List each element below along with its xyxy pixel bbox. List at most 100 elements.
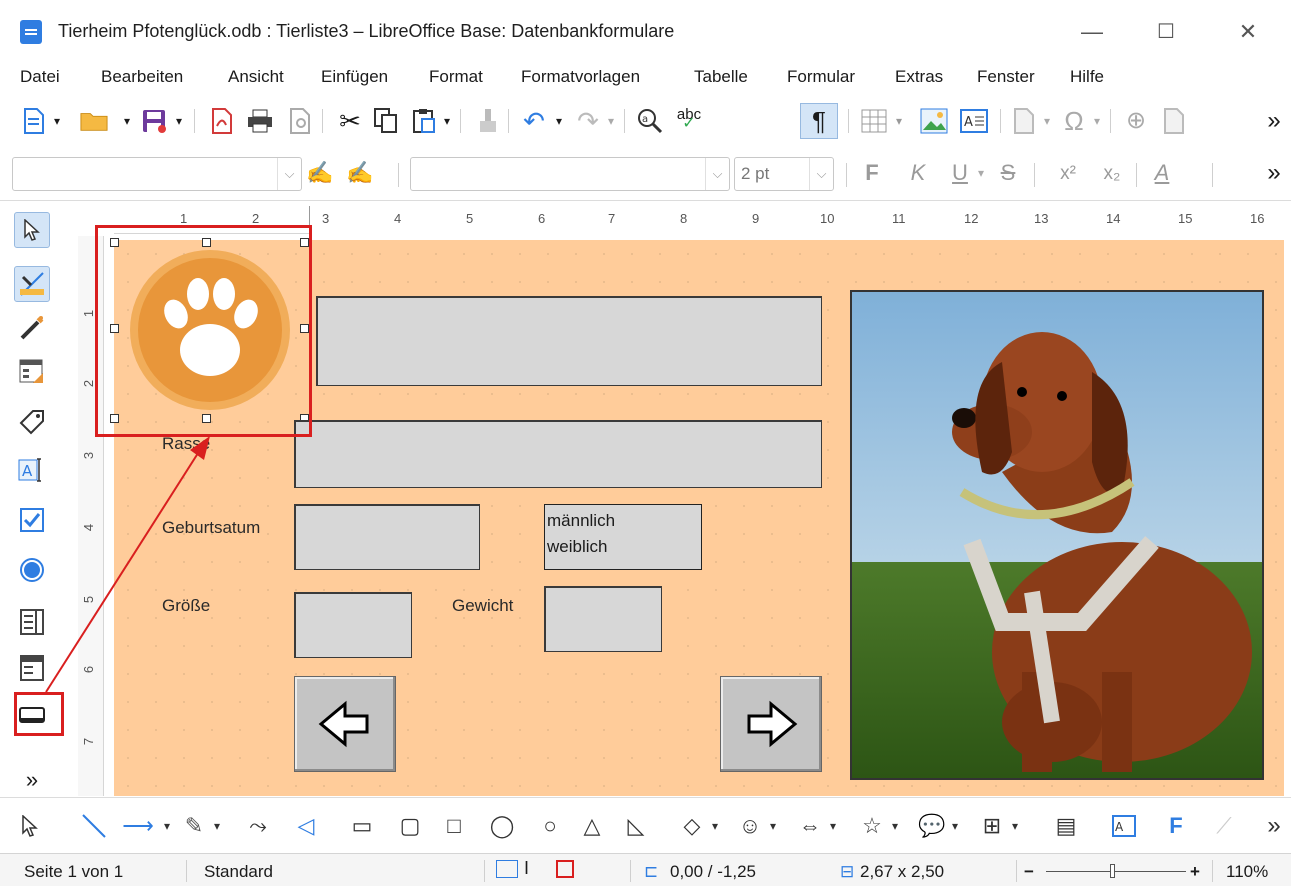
undo-icon[interactable]: ↶ — [520, 107, 548, 135]
symbol-shapes-icon[interactable]: ☺ — [736, 812, 764, 840]
square-icon[interactable]: □ — [440, 812, 468, 840]
menu-einfuegen[interactable]: Einfügen — [321, 67, 388, 87]
chevron-down-icon[interactable]: ▾ — [210, 812, 224, 840]
save-icon[interactable] — [140, 107, 168, 135]
chevron-down-icon[interactable]: ▾ — [948, 812, 962, 840]
print-icon[interactable] — [246, 107, 274, 135]
chevron-down-icon[interactable]: ▾ — [974, 159, 988, 187]
bold-button[interactable]: F — [858, 159, 886, 187]
zoom-slider-thumb[interactable] — [1110, 864, 1115, 878]
menu-format[interactable]: Format — [429, 67, 483, 87]
groesse-field[interactable] — [294, 592, 412, 658]
close-button[interactable]: ✕ — [1228, 14, 1268, 50]
flowchart-icon[interactable]: ⊞ — [978, 812, 1006, 840]
connector-icon[interactable]: ⤳ — [244, 812, 272, 840]
chevron-down-icon[interactable]: ▾ — [1040, 107, 1054, 135]
find-replace-icon[interactable]: a — [636, 107, 664, 135]
menu-formular[interactable]: Formular — [787, 67, 855, 87]
animal-photo[interactable] — [850, 290, 1264, 780]
curve-icon[interactable]: ✎ — [180, 812, 208, 840]
menu-fenster[interactable]: Fenster — [977, 67, 1035, 87]
chevron-down-icon[interactable]: ▾ — [766, 812, 780, 840]
zoom-slider[interactable] — [1046, 871, 1186, 872]
menu-bearbeiten[interactable]: Bearbeiten — [101, 67, 183, 87]
gender-listbox[interactable]: männlich weiblich — [544, 504, 702, 570]
minimize-button[interactable]: — — [1072, 14, 1112, 50]
chevron-down-icon[interactable]: ▾ — [1090, 107, 1104, 135]
chevron-down-icon[interactable]: ⌵ — [705, 158, 729, 190]
stars-icon[interactable]: ☆ — [858, 812, 886, 840]
chevron-down-icon[interactable]: ▾ — [892, 107, 906, 135]
font-name-combo[interactable]: ⌵ — [410, 157, 730, 191]
wizards-icon[interactable] — [14, 310, 50, 346]
line-arrow-icon[interactable]: ⟶ — [122, 812, 154, 840]
menu-tabelle[interactable]: Tabelle — [694, 67, 748, 87]
triangle-icon[interactable]: △ — [578, 812, 606, 840]
menu-datei[interactable]: Datei — [20, 67, 60, 87]
chevron-down-icon[interactable]: ▾ — [1008, 812, 1022, 840]
toolbar-overflow-icon[interactable]: » — [1260, 107, 1288, 135]
superscript-button[interactable]: x² — [1050, 159, 1086, 187]
basic-shapes-icon[interactable]: ◇ — [678, 812, 706, 840]
ellipse-icon[interactable]: ◯ — [488, 812, 516, 840]
fontwork-icon[interactable]: F — [1162, 812, 1190, 840]
paste-icon[interactable] — [410, 107, 438, 135]
rasse-field[interactable] — [294, 420, 822, 488]
form-design-icon[interactable] — [14, 354, 50, 390]
chevron-down-icon[interactable]: ▾ — [888, 812, 902, 840]
redo-icon[interactable]: ↷ — [574, 107, 602, 135]
chevron-down-icon[interactable]: ▾ — [440, 107, 454, 135]
page-style[interactable]: Standard — [204, 862, 273, 882]
chevron-down-icon[interactable]: ▾ — [160, 812, 174, 840]
gewicht-field[interactable] — [544, 586, 662, 652]
chevron-down-icon[interactable]: ▾ — [50, 107, 64, 135]
previous-record-button[interactable] — [294, 676, 396, 772]
chevron-down-icon[interactable]: ▾ — [172, 107, 186, 135]
insert-image-icon[interactable] — [920, 107, 948, 135]
rectangle-icon[interactable]: ▭ — [348, 812, 376, 840]
underline-button[interactable]: U — [946, 159, 974, 187]
menu-hilfe[interactable]: Hilfe — [1070, 67, 1104, 87]
cut-icon[interactable]: ✂ — [336, 107, 364, 135]
toolbar-overflow-icon[interactable]: » — [14, 762, 50, 798]
update-style-icon[interactable]: ✍ — [306, 159, 334, 187]
insert-field-icon[interactable] — [1010, 107, 1038, 135]
next-record-button[interactable] — [720, 676, 822, 772]
chevron-down-icon[interactable]: ▾ — [552, 107, 566, 135]
chevron-down-icon[interactable]: ⌵ — [277, 158, 301, 190]
select-pointer-icon[interactable] — [14, 212, 50, 248]
rounded-rectangle-icon[interactable]: ▢ — [396, 812, 424, 840]
hyperlink-icon[interactable]: ⊕ — [1122, 107, 1150, 135]
spellcheck-icon[interactable]: abc ✓ — [672, 105, 706, 133]
menu-ansicht[interactable]: Ansicht — [228, 67, 284, 87]
name-field[interactable] — [316, 296, 822, 386]
maximize-button[interactable]: ☐ — [1146, 14, 1186, 50]
design-mode-icon[interactable] — [14, 266, 50, 302]
special-character-icon[interactable]: Ω — [1060, 107, 1088, 135]
italic-button[interactable]: K — [904, 159, 932, 187]
toggle-extrusion-icon[interactable]: ⟋ — [1210, 812, 1238, 840]
toolbar-overflow-icon[interactable]: » — [1260, 159, 1288, 187]
open-folder-icon[interactable] — [80, 107, 108, 135]
polygon-icon[interactable]: ◁ — [292, 812, 320, 840]
zoom-in-button[interactable]: + — [1190, 862, 1200, 882]
formatting-marks-icon[interactable]: ¶ — [800, 103, 838, 139]
insert-table-icon[interactable] — [860, 107, 888, 135]
clear-formatting-icon[interactable]: A — [1148, 159, 1176, 187]
chevron-down-icon[interactable]: ▾ — [120, 107, 134, 135]
chevron-down-icon[interactable]: ▾ — [604, 107, 618, 135]
subscript-button[interactable]: x₂ — [1094, 159, 1130, 187]
copy-icon[interactable] — [372, 107, 400, 135]
strikethrough-button[interactable]: S — [994, 159, 1022, 187]
right-triangle-icon[interactable]: ◺ — [622, 812, 650, 840]
export-pdf-icon[interactable] — [208, 107, 236, 135]
gender-option-maennlich[interactable]: männlich — [547, 508, 701, 534]
insert-frame-icon[interactable]: ▤ — [1052, 812, 1080, 840]
zoom-level[interactable]: 110% — [1226, 862, 1268, 882]
toolbar-overflow-icon[interactable]: » — [1260, 812, 1288, 840]
paragraph-style-combo[interactable]: ⌵ — [12, 157, 302, 191]
chevron-down-icon[interactable]: ▾ — [826, 812, 840, 840]
gender-option-weiblich[interactable]: weiblich — [547, 534, 701, 560]
callouts-icon[interactable]: 💬 — [918, 812, 946, 840]
selection-mode-icon[interactable] — [496, 860, 518, 878]
